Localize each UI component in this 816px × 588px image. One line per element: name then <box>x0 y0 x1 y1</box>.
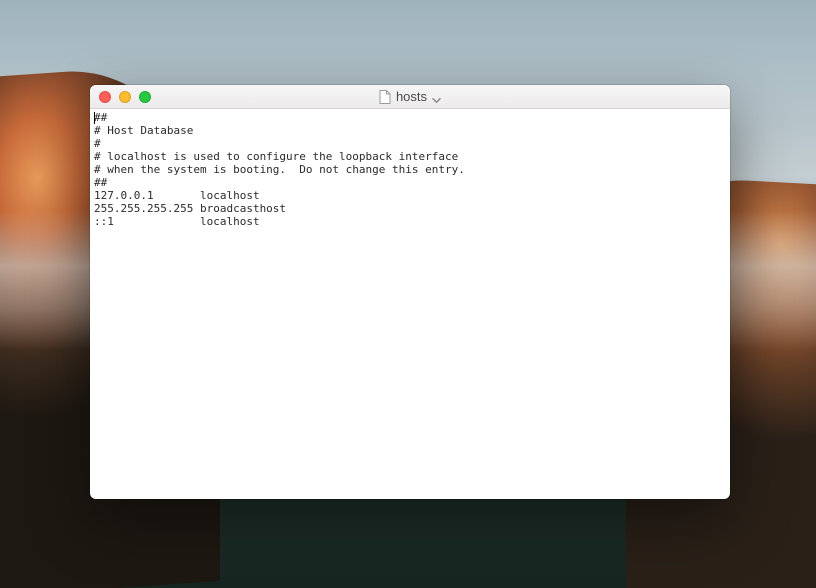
zoom-button[interactable] <box>139 91 151 103</box>
textedit-window[interactable]: hosts ## # Host Database # # localhost i… <box>90 85 730 499</box>
desktop-wallpaper: hosts ## # Host Database # # localhost i… <box>0 0 816 588</box>
window-titlebar[interactable]: hosts <box>90 85 730 109</box>
window-title-wrap: hosts <box>90 89 730 104</box>
text-editor[interactable]: ## # Host Database # # localhost is used… <box>90 109 730 499</box>
minimize-button[interactable] <box>119 91 131 103</box>
document-icon <box>379 90 391 104</box>
document-content: ## # Host Database # # localhost is used… <box>94 111 465 228</box>
window-title[interactable]: hosts <box>396 89 427 104</box>
close-button[interactable] <box>99 91 111 103</box>
chevron-down-icon[interactable] <box>432 92 441 101</box>
traffic-lights <box>90 91 151 103</box>
